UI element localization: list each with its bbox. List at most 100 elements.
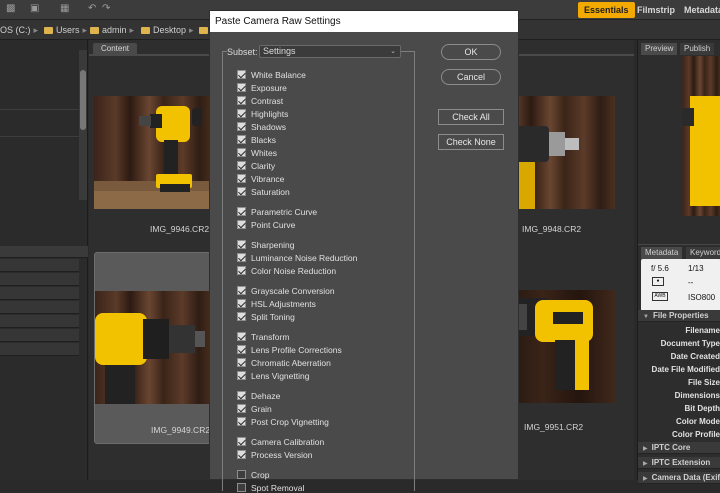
checkbox-checked-icon[interactable]: [237, 109, 246, 118]
checkbox-checked-icon[interactable]: [237, 122, 246, 131]
check-all-button[interactable]: Check All: [438, 109, 504, 125]
thumbnail-name: IMG_9949.CR2: [151, 425, 211, 435]
filter-row[interactable]: [0, 329, 79, 342]
section-iptc-core[interactable]: ▶ IPTC Core: [638, 442, 720, 454]
checkbox-lens-vignetting[interactable]: Lens Vignetting: [237, 370, 309, 381]
section-camera-data[interactable]: ▶ Camera Data (Exif): [638, 472, 720, 484]
checkbox-transform[interactable]: Transform: [237, 331, 289, 342]
dialog-title: Paste Camera Raw Settings: [210, 11, 518, 32]
thumbnail-item[interactable]: IMG_9946.CR2: [94, 96, 214, 246]
filter-row[interactable]: [0, 343, 79, 356]
ok-button[interactable]: OK: [441, 44, 501, 60]
checkbox-hsl-adjustments[interactable]: HSL Adjustments: [237, 298, 316, 309]
workspace-metadata[interactable]: Metadata: [678, 2, 720, 18]
refine-icon[interactable]: ▣: [30, 3, 39, 15]
checkbox-checked-icon[interactable]: [237, 240, 246, 249]
checkbox-vibrance[interactable]: Vibrance: [237, 173, 284, 184]
checkbox-checked-icon[interactable]: [237, 148, 246, 157]
check-none-button[interactable]: Check None: [438, 134, 504, 150]
checkbox-grayscale-conversion[interactable]: Grayscale Conversion: [237, 285, 335, 296]
filter-row[interactable]: [0, 301, 79, 314]
checkbox-checked-icon[interactable]: [237, 220, 246, 229]
checkbox-lens-profile-corrections[interactable]: Lens Profile Corrections: [237, 344, 342, 355]
checkbox-checked-icon[interactable]: [237, 96, 246, 105]
checkbox-checked-icon[interactable]: [237, 135, 246, 144]
rotate-right-icon[interactable]: ↷: [102, 3, 110, 15]
checkbox-checked-icon[interactable]: [237, 437, 246, 446]
filter-row[interactable]: [0, 315, 79, 328]
checkbox-point-curve[interactable]: Point Curve: [237, 219, 295, 230]
checkbox-checked-icon[interactable]: [237, 266, 246, 275]
checkbox-checked-icon[interactable]: [237, 70, 246, 79]
breadcrumb-admin[interactable]: admin ▸: [90, 24, 137, 36]
checkbox-chromatic-aberration[interactable]: Chromatic Aberration: [237, 357, 331, 368]
checkbox-checked-icon[interactable]: [237, 174, 246, 183]
checkbox-checked-icon[interactable]: [237, 450, 246, 459]
expand-triangle-icon: ▼: [643, 314, 649, 320]
checkbox-dehaze[interactable]: Dehaze: [237, 390, 280, 401]
scroll-thumb[interactable]: [80, 70, 86, 130]
checkbox-split-toning[interactable]: Split Toning: [237, 311, 295, 322]
filter-row[interactable]: [0, 287, 79, 300]
property-label: Color Profile: [671, 430, 720, 439]
checkbox-whites[interactable]: Whites: [237, 147, 277, 158]
checkbox-checked-icon[interactable]: [237, 417, 246, 426]
checkbox-empty-icon[interactable]: [237, 470, 246, 479]
breadcrumb-desktop[interactable]: Desktop ▸: [141, 24, 197, 36]
camera-icon[interactable]: ▩: [6, 3, 15, 15]
section-iptc-extension[interactable]: ▶ IPTC Extension: [638, 457, 720, 469]
checkbox-checked-icon[interactable]: [237, 371, 246, 380]
filter-row[interactable]: [0, 259, 79, 272]
breadcrumb-drive[interactable]: OS (C:) ▸: [0, 24, 41, 36]
checkbox-checked-icon[interactable]: [237, 187, 246, 196]
workspace-essentials[interactable]: Essentials: [578, 2, 635, 18]
checkbox-clarity[interactable]: Clarity: [237, 160, 275, 171]
checkbox-highlights[interactable]: Highlights: [237, 108, 288, 119]
checkbox-checked-icon[interactable]: [237, 391, 246, 400]
checkbox-checked-icon[interactable]: [237, 345, 246, 354]
checkbox-contrast[interactable]: Contrast: [237, 95, 283, 106]
thumbnail-item[interactable]: IMG_9949.CR2: [94, 252, 214, 444]
checkbox-post-crop-vignetting[interactable]: Post Crop Vignetting: [237, 416, 329, 427]
checkbox-blacks[interactable]: Blacks: [237, 134, 276, 145]
breadcrumb-users[interactable]: Users ▸: [44, 24, 90, 36]
checkbox-exposure[interactable]: Exposure: [237, 82, 287, 93]
aperture-value: f/ 5.6: [651, 264, 669, 273]
checkbox-saturation[interactable]: Saturation: [237, 186, 290, 197]
checkbox-checked-icon[interactable]: [237, 253, 246, 262]
tab-publish[interactable]: Publish: [680, 43, 715, 55]
checkbox-process-version[interactable]: Process Version: [237, 449, 312, 460]
checkbox-empty-icon[interactable]: [237, 483, 246, 492]
checkbox-checked-icon[interactable]: [237, 286, 246, 295]
subset-dropdown[interactable]: Settings ⌄: [259, 45, 401, 58]
workspace-filmstrip[interactable]: Filmstrip: [631, 2, 681, 18]
checkbox-spot-removal[interactable]: Spot Removal: [237, 482, 304, 493]
checkbox-color-noise-reduction[interactable]: Color Noise Reduction: [237, 265, 336, 276]
checkbox-white-balance[interactable]: White Balance: [237, 69, 306, 80]
checkbox-checked-icon[interactable]: [237, 404, 246, 413]
checkbox-checked-icon[interactable]: [237, 299, 246, 308]
checkbox-checked-icon[interactable]: [237, 332, 246, 341]
checkbox-camera-calibration[interactable]: Camera Calibration: [237, 436, 324, 447]
tab-metadata[interactable]: Metadata: [641, 247, 683, 259]
checkbox-checked-icon[interactable]: [237, 358, 246, 367]
checkbox-parametric-curve[interactable]: Parametric Curve: [237, 206, 317, 217]
checkbox-crop[interactable]: Crop: [237, 469, 269, 480]
checkbox-checked-icon[interactable]: [237, 161, 246, 170]
checkbox-shadows[interactable]: Shadows: [237, 121, 286, 132]
checkbox-checked-icon[interactable]: [237, 312, 246, 321]
checkbox-checked-icon[interactable]: [237, 207, 246, 216]
checkbox-sharpening[interactable]: Sharpening: [237, 239, 294, 250]
filter-row[interactable]: [0, 273, 79, 286]
tab-preview[interactable]: Preview: [641, 43, 678, 55]
filter-panel-header: [0, 246, 88, 258]
checkbox-luminance-noise-reduction[interactable]: Luminance Noise Reduction: [237, 252, 357, 263]
checkbox-checked-icon[interactable]: [237, 83, 246, 92]
section-file-properties[interactable]: ▼ File Properties: [638, 310, 720, 322]
open-icon[interactable]: ▦: [60, 3, 69, 15]
checkbox-grain[interactable]: Grain: [237, 403, 272, 414]
cancel-button[interactable]: Cancel: [441, 69, 501, 85]
property-label: Document Type: [660, 339, 720, 348]
tab-keywords[interactable]: Keywords: [686, 247, 720, 259]
rotate-left-icon[interactable]: ↶: [88, 3, 96, 15]
